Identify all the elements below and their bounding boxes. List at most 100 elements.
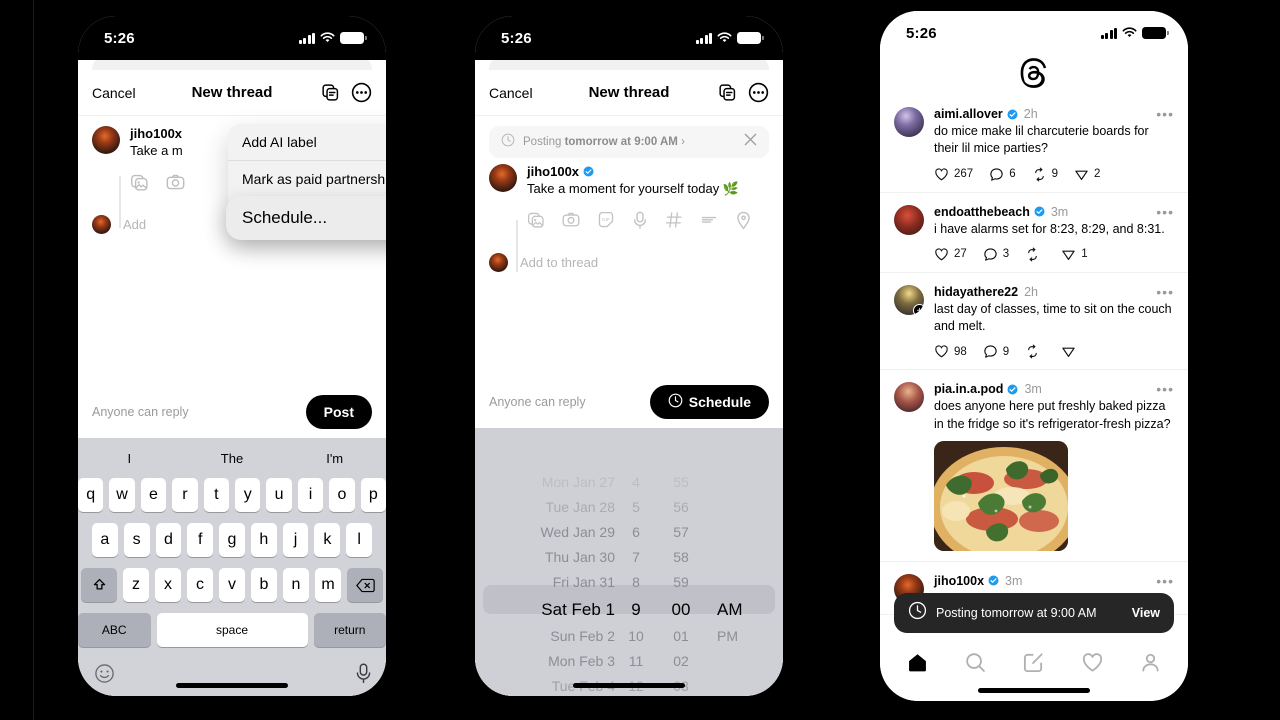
camera-icon[interactable] xyxy=(562,211,580,234)
post-username[interactable]: jiho100x xyxy=(934,574,984,588)
key-f[interactable]: f xyxy=(187,523,214,557)
picker-minute-7[interactable]: 02 xyxy=(657,649,705,674)
picker-day-7[interactable]: Mon Feb 3 xyxy=(497,649,615,674)
post-username[interactable]: hidayathere22 xyxy=(934,285,1018,299)
picker-column-hour[interactable]: 4 5 6 7 8 9 10 11 12 1 2 xyxy=(615,470,657,696)
key-p[interactable]: p xyxy=(360,478,386,512)
follow-plus-icon[interactable]: + xyxy=(913,303,924,315)
post-username[interactable]: aimi.allover xyxy=(934,107,1003,121)
scheduled-post-chip[interactable]: Posting tomorrow at 9:00 AM › xyxy=(489,126,769,158)
post-more-icon[interactable]: ••• xyxy=(1156,285,1174,299)
post-more-icon[interactable]: ••• xyxy=(1156,574,1174,588)
suggestion-0[interactable]: I xyxy=(78,451,181,466)
menu-item-add-ai-label[interactable]: Add AI label xyxy=(228,124,386,160)
key-i[interactable]: i xyxy=(297,478,324,512)
feed-post[interactable]: + hidayathere22 2h ••• last day of class… xyxy=(880,273,1188,371)
key-e[interactable]: e xyxy=(140,478,167,512)
key-t[interactable]: t xyxy=(203,478,229,512)
picker-hour-selected[interactable]: 9 xyxy=(615,595,657,624)
toast-view-button[interactable]: View xyxy=(1132,606,1160,620)
like-action[interactable]: 98 xyxy=(934,344,967,359)
reply-permission-label[interactable]: Anyone can reply xyxy=(92,405,189,419)
picker-hour-3[interactable]: 7 xyxy=(615,545,657,570)
key-q[interactable]: q xyxy=(78,478,104,512)
picker-column-day[interactable]: Mon Jan 27 Tue Jan 28 Wed Jan 29 Thu Jan… xyxy=(497,470,615,696)
picker-day-2[interactable]: Wed Jan 29 xyxy=(497,520,615,545)
feed-post[interactable]: pia.in.a.pod 3m ••• does anyone here put… xyxy=(880,370,1188,562)
more-options-icon[interactable] xyxy=(748,82,769,103)
picker-meridiem-selected[interactable]: AM xyxy=(717,595,761,624)
post-button[interactable]: Post xyxy=(305,395,372,429)
avatar[interactable] xyxy=(894,382,924,413)
menu-item-schedule[interactable]: Schedule... xyxy=(226,196,386,240)
picker-day-selected[interactable]: Sat Feb 1 xyxy=(497,595,615,624)
repost-action[interactable] xyxy=(1025,344,1045,359)
emoji-icon[interactable] xyxy=(94,663,115,689)
key-c[interactable]: c xyxy=(187,568,213,602)
suggestion-2[interactable]: I'm xyxy=(283,451,386,466)
feed-list[interactable]: aimi.allover 2h ••• do mice make lil cha… xyxy=(880,95,1188,643)
picker-day-1[interactable]: Tue Jan 28 xyxy=(497,495,615,520)
cancel-button[interactable]: Cancel xyxy=(92,85,136,101)
reply-action[interactable]: 3 xyxy=(983,247,1009,262)
key-w[interactable]: w xyxy=(109,478,135,512)
poll-icon[interactable] xyxy=(700,211,718,234)
picker-day-6[interactable]: Sun Feb 2 xyxy=(497,624,615,649)
share-action[interactable] xyxy=(1061,344,1081,359)
key-y[interactable]: y xyxy=(235,478,261,512)
cancel-button[interactable]: Cancel xyxy=(489,85,533,101)
like-action[interactable]: 267 xyxy=(934,167,973,182)
nav-home-icon[interactable] xyxy=(906,651,929,679)
return-key[interactable]: return xyxy=(313,613,386,647)
picker-hour-1[interactable]: 5 xyxy=(615,495,657,520)
shift-key-icon[interactable] xyxy=(81,568,117,602)
microphone-icon[interactable] xyxy=(632,211,648,235)
scheduled-post-toast[interactable]: Posting tomorrow at 9:00 AM View xyxy=(894,593,1174,633)
close-icon[interactable] xyxy=(744,133,757,151)
feed-post[interactable]: endoatthebeach 3m ••• i have alarms set … xyxy=(880,193,1188,273)
drafts-icon[interactable] xyxy=(718,83,737,102)
picker-hour-7[interactable]: 11 xyxy=(615,649,657,674)
key-n[interactable]: n xyxy=(283,568,309,602)
picker-hour-4[interactable]: 8 xyxy=(615,570,657,595)
picker-minute-selected[interactable]: 00 xyxy=(657,595,705,624)
feed-post[interactable]: aimi.allover 2h ••• do mice make lil cha… xyxy=(880,95,1188,193)
menu-item-mark-paid-partnership[interactable]: Mark as paid partnership xyxy=(228,160,386,196)
key-j[interactable]: j xyxy=(282,523,309,557)
like-action[interactable]: 27 xyxy=(934,247,967,262)
photo-icon[interactable] xyxy=(130,173,149,197)
key-s[interactable]: s xyxy=(123,523,150,557)
drafts-icon[interactable] xyxy=(321,83,340,102)
suggestion-1[interactable]: The xyxy=(181,451,284,466)
avatar[interactable]: + xyxy=(894,284,924,315)
picker-hour-2[interactable]: 6 xyxy=(615,520,657,545)
picker-minute-3[interactable]: 58 xyxy=(657,545,705,570)
picker-minute-4[interactable]: 59 xyxy=(657,570,705,595)
post-more-icon[interactable]: ••• xyxy=(1156,205,1174,219)
repost-action[interactable]: 9 xyxy=(1032,167,1058,182)
reply-action[interactable]: 6 xyxy=(989,167,1016,182)
abc-key[interactable]: ABC xyxy=(78,613,151,647)
location-icon[interactable] xyxy=(735,211,752,235)
key-g[interactable]: g xyxy=(219,523,245,557)
reply-permission-label[interactable]: Anyone can reply xyxy=(489,395,586,409)
picker-day-4[interactable]: Fri Jan 31 xyxy=(497,570,615,595)
repost-action[interactable] xyxy=(1025,247,1045,262)
post-image-pizza[interactable] xyxy=(934,440,1068,551)
key-h[interactable]: h xyxy=(250,523,277,557)
nav-search-icon[interactable] xyxy=(964,651,987,679)
picker-day-0[interactable]: Mon Jan 27 xyxy=(497,470,615,495)
backspace-key-icon[interactable] xyxy=(347,568,383,602)
nav-activity-heart-icon[interactable] xyxy=(1081,651,1104,679)
key-r[interactable]: r xyxy=(172,478,198,512)
picker-day-3[interactable]: Thu Jan 30 xyxy=(497,545,615,570)
nav-compose-icon[interactable] xyxy=(1022,651,1045,679)
key-o[interactable]: o xyxy=(329,478,355,512)
camera-icon[interactable] xyxy=(166,173,185,197)
picker-hour-6[interactable]: 10 xyxy=(615,624,657,649)
post-more-icon[interactable]: ••• xyxy=(1156,107,1174,121)
picker-minute-0[interactable]: 55 xyxy=(657,470,705,495)
reply-action[interactable]: 9 xyxy=(983,344,1009,359)
schedule-button[interactable]: Schedule xyxy=(649,385,769,419)
key-k[interactable]: k xyxy=(314,523,341,557)
